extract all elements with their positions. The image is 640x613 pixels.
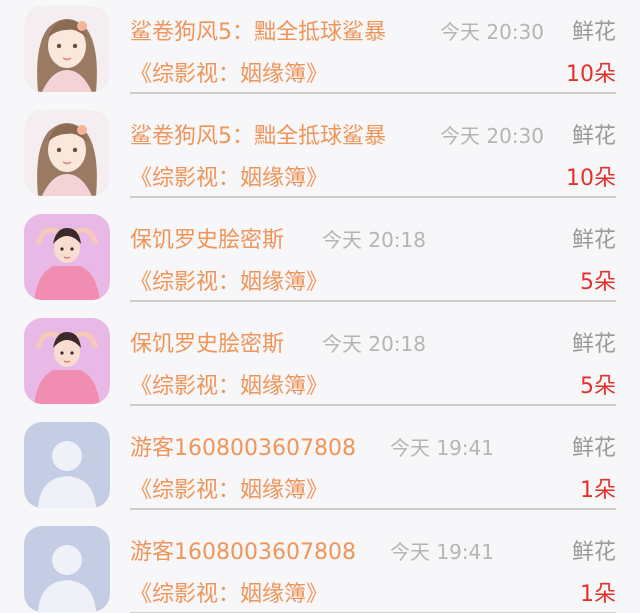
gift-type: 鲜花 bbox=[571, 436, 616, 461]
user-name[interactable]: 保饥罗史脍密斯 bbox=[130, 222, 284, 254]
book-title[interactable]: 《综影视：姻缘簿》 bbox=[130, 264, 328, 296]
gift-type: 鲜花 bbox=[571, 540, 616, 565]
timestamp: 今天 19:41 bbox=[390, 540, 494, 564]
user-name[interactable]: 游客1608003607808 bbox=[130, 430, 356, 462]
book-title[interactable]: 《综影视：姻缘簿》 bbox=[130, 160, 328, 192]
default-user-avatar[interactable] bbox=[24, 526, 110, 612]
divider bbox=[130, 300, 616, 302]
gift-type: 鲜花 bbox=[571, 228, 616, 253]
pink-girl-avatar[interactable] bbox=[24, 318, 110, 404]
timestamp: 今天 20:18 bbox=[322, 332, 426, 356]
gift-type: 鲜花 bbox=[571, 332, 616, 357]
timestamp: 今天 19:41 bbox=[390, 436, 494, 460]
book-title[interactable]: 《综影视：姻缘簿》 bbox=[130, 472, 328, 504]
divider bbox=[130, 92, 616, 94]
list-item[interactable]: 游客1608003607808 今天 19:41 鲜花 《综影视：姻缘簿》 1朵 bbox=[0, 416, 640, 520]
timestamp: 今天 20:30 bbox=[440, 20, 544, 44]
list-item[interactable]: 鲨卷狗风5：黜全抵球鲨暴 今天 20:30 鲜花 《综影视：姻缘簿》 10朵 bbox=[0, 104, 640, 208]
gift-record-list: 鲨卷狗风5：黜全抵球鲨暴 今天 20:30 鲜花 《综影视：姻缘簿》 10朵 鲨… bbox=[0, 0, 640, 613]
user-name[interactable]: 保饥罗史脍密斯 bbox=[130, 326, 284, 358]
divider bbox=[130, 404, 616, 406]
divider bbox=[130, 508, 616, 510]
gift-count: 5朵 bbox=[580, 270, 616, 295]
gift-count: 10朵 bbox=[566, 62, 616, 87]
list-item[interactable]: 保饥罗史脍密斯 今天 20:18 鲜花 《综影视：姻缘簿》 5朵 bbox=[0, 312, 640, 416]
divider bbox=[130, 196, 616, 198]
list-item[interactable]: 保饥罗史脍密斯 今天 20:18 鲜花 《综影视：姻缘簿》 5朵 bbox=[0, 208, 640, 312]
book-title[interactable]: 《综影视：姻缘簿》 bbox=[130, 56, 328, 88]
user-name[interactable]: 鲨卷狗风5：黜全抵球鲨暴 bbox=[130, 14, 386, 46]
gift-count: 1朵 bbox=[580, 582, 616, 607]
girl-avatar[interactable] bbox=[24, 110, 110, 196]
user-name[interactable]: 游客1608003607808 bbox=[130, 534, 356, 566]
list-item[interactable]: 鲨卷狗风5：黜全抵球鲨暴 今天 20:30 鲜花 《综影视：姻缘簿》 10朵 bbox=[0, 0, 640, 104]
gift-count: 10朵 bbox=[566, 166, 616, 191]
girl-avatar[interactable] bbox=[24, 6, 110, 92]
timestamp: 今天 20:18 bbox=[322, 228, 426, 252]
gift-count: 1朵 bbox=[580, 478, 616, 503]
timestamp: 今天 20:30 bbox=[440, 124, 544, 148]
list-item[interactable]: 游客1608003607808 今天 19:41 鲜花 《综影视：姻缘簿》 1朵 bbox=[0, 520, 640, 613]
pink-girl-avatar[interactable] bbox=[24, 214, 110, 300]
gift-count: 5朵 bbox=[580, 374, 616, 399]
gift-type: 鲜花 bbox=[571, 20, 616, 45]
gift-type: 鲜花 bbox=[571, 124, 616, 149]
book-title[interactable]: 《综影视：姻缘簿》 bbox=[130, 368, 328, 400]
default-user-avatar[interactable] bbox=[24, 422, 110, 508]
book-title[interactable]: 《综影视：姻缘簿》 bbox=[130, 576, 328, 608]
user-name[interactable]: 鲨卷狗风5：黜全抵球鲨暴 bbox=[130, 118, 386, 150]
